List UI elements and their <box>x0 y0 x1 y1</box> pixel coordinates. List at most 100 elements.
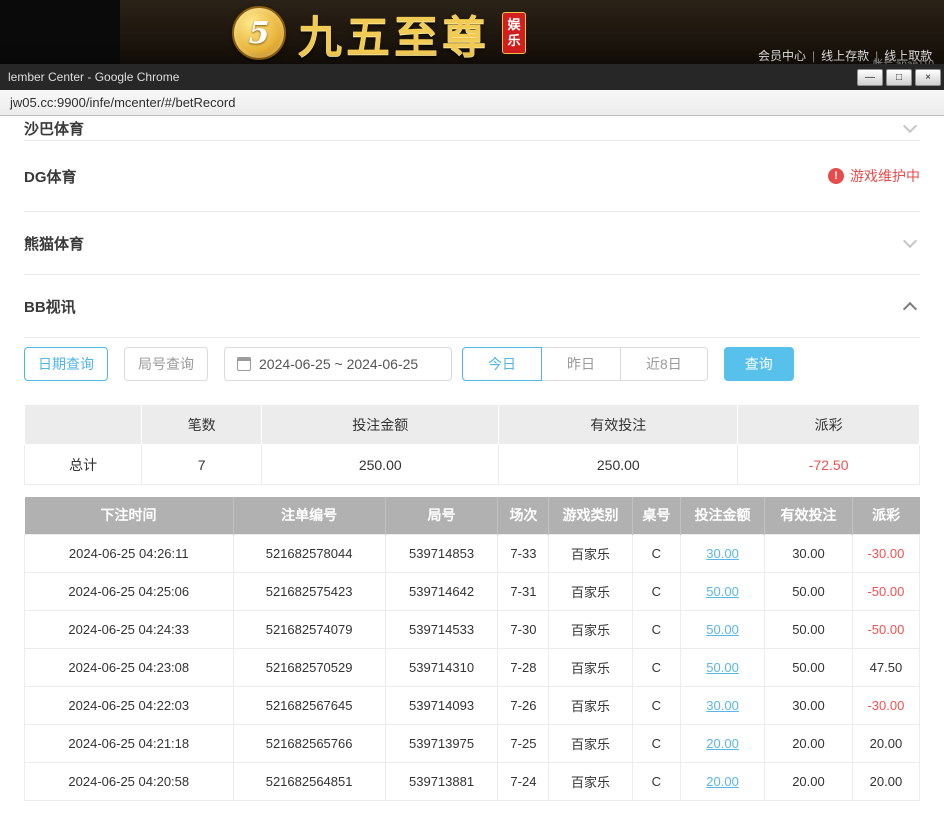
table-row: 2024-06-25 04:25:06521682575423539714642… <box>25 572 920 610</box>
bets-col-header: 局号 <box>385 497 498 534</box>
valid-bet: 50.00 <box>765 610 853 648</box>
search-button[interactable]: 查询 <box>724 347 794 381</box>
quick-8days-button[interactable]: 近8日 <box>620 347 708 381</box>
warning-icon: ! <box>828 168 844 184</box>
minimize-button[interactable]: — <box>857 69 883 86</box>
coin-logo-icon: 5 <box>232 6 286 60</box>
popup-window: lember Center - Google Chrome — □ × jw05… <box>0 64 944 822</box>
session: 7-30 <box>498 610 549 648</box>
table-row: 2024-06-25 04:20:58521682564851539713881… <box>25 762 920 800</box>
maintenance-text: 游戏维护中 <box>850 166 920 186</box>
valid-bet: 30.00 <box>765 686 853 724</box>
bet-order-id: 521682565766 <box>233 724 385 762</box>
window-controls: — □ × <box>857 69 944 86</box>
bet-order-id: 521682575423 <box>233 572 385 610</box>
summary-payout: -72.50 <box>738 445 920 485</box>
nav-separator: | <box>812 49 815 63</box>
summary-header-bet-amount: 投注金额 <box>262 405 499 445</box>
table-no: C <box>632 686 680 724</box>
brand-text: 九五至尊 <box>298 1 490 64</box>
summary-valid-bet: 250.00 <box>499 445 738 485</box>
section-label: 沙巴体育 <box>24 118 84 139</box>
quick-yesterday-button[interactable]: 昨日 <box>541 347 621 381</box>
brand-badge: 娱乐 <box>502 12 526 55</box>
bet-amount-link[interactable]: 30.00 <box>706 546 739 561</box>
summary-header-row: 笔数 投注金额 有效投注 派彩 <box>25 405 920 445</box>
game-type: 百家乐 <box>549 648 632 686</box>
round-id: 539714093 <box>385 686 498 724</box>
table-no: C <box>632 610 680 648</box>
valid-bet: 20.00 <box>765 724 853 762</box>
summary-bet-amount: 250.00 <box>262 445 499 485</box>
coin-number: 5 <box>249 16 270 51</box>
bet-time: 2024-06-25 04:26:11 <box>25 534 234 572</box>
session: 7-28 <box>498 648 549 686</box>
game-type: 百家乐 <box>549 762 632 800</box>
summary-header-payout: 派彩 <box>738 405 920 445</box>
payout: -30.00 <box>852 534 919 572</box>
valid-bet: 50.00 <box>765 648 853 686</box>
section-label: DG体育 <box>24 166 77 187</box>
table-no: C <box>632 762 680 800</box>
bet-amount: 20.00 <box>681 724 765 762</box>
nav-deposit[interactable]: 线上存款 <box>821 49 869 63</box>
chevron-down-icon <box>903 118 917 132</box>
bet-time: 2024-06-25 04:23:08 <box>25 648 234 686</box>
nav-member-center[interactable]: 会员中心 <box>758 49 806 63</box>
calendar-icon <box>237 357 251 371</box>
session: 7-26 <box>498 686 549 724</box>
bets-col-header: 桌号 <box>632 497 680 534</box>
close-button[interactable]: × <box>915 69 941 86</box>
bet-time: 2024-06-25 04:25:06 <box>25 572 234 610</box>
user-info-partial: 帐号 anae110 <box>873 55 934 64</box>
bet-amount-link[interactable]: 50.00 <box>706 660 739 675</box>
bet-amount-link[interactable]: 50.00 <box>706 622 739 637</box>
quick-today-button[interactable]: 今日 <box>462 347 542 381</box>
section-saba-sports[interactable]: 沙巴体育 <box>24 116 920 141</box>
bet-amount: 30.00 <box>681 534 765 572</box>
bet-amount-link[interactable]: 20.00 <box>706 774 739 789</box>
bet-order-id: 521682578044 <box>233 534 385 572</box>
bet-amount: 50.00 <box>681 648 765 686</box>
bet-order-id: 521682567645 <box>233 686 385 724</box>
maximize-button[interactable]: □ <box>886 69 912 86</box>
section-dg-sports[interactable]: DG体育 ! 游戏维护中 <box>24 141 920 212</box>
table-row: 2024-06-25 04:23:08521682570529539714310… <box>25 648 920 686</box>
window-titlebar[interactable]: lember Center - Google Chrome — □ × <box>0 64 944 90</box>
session: 7-25 <box>498 724 549 762</box>
game-type: 百家乐 <box>549 724 632 762</box>
bet-amount-link[interactable]: 50.00 <box>706 584 739 599</box>
bets-col-header: 有效投注 <box>765 497 853 534</box>
summary-header-blank <box>25 405 142 445</box>
game-type: 百家乐 <box>549 610 632 648</box>
chevron-up-icon <box>903 301 917 315</box>
payout: -50.00 <box>852 572 919 610</box>
bets-col-header: 注单编号 <box>233 497 385 534</box>
date-range-input[interactable]: 2024-06-25 ~ 2024-06-25 <box>224 347 452 381</box>
session: 7-31 <box>498 572 549 610</box>
session: 7-24 <box>498 762 549 800</box>
table-row: 2024-06-25 04:24:33521682574079539714533… <box>25 610 920 648</box>
bet-amount: 20.00 <box>681 762 765 800</box>
section-bb-live[interactable]: BB视讯 <box>24 275 920 338</box>
tab-date-query[interactable]: 日期查询 <box>24 347 108 381</box>
date-range-value: 2024-06-25 ~ 2024-06-25 <box>259 356 418 372</box>
bet-amount-link[interactable]: 30.00 <box>706 698 739 713</box>
payout: 47.50 <box>852 648 919 686</box>
valid-bet: 30.00 <box>765 534 853 572</box>
bet-time: 2024-06-25 04:24:33 <box>25 610 234 648</box>
summary-header-valid-bet: 有效投注 <box>499 405 738 445</box>
quick-range-group: 今日 昨日 近8日 <box>462 347 708 381</box>
bets-col-header: 游戏类别 <box>549 497 632 534</box>
round-id: 539713975 <box>385 724 498 762</box>
round-id: 539713881 <box>385 762 498 800</box>
bets-header-row: 下注时间注单编号局号场次游戏类别桌号投注金额有效投注派彩 <box>25 497 920 534</box>
section-panda-sports[interactable]: 熊猫体育 <box>24 212 920 275</box>
url-bar[interactable]: jw05.cc:9900/infe/mcenter/#/betRecord <box>0 90 944 116</box>
game-type: 百家乐 <box>549 572 632 610</box>
bet-amount-link[interactable]: 20.00 <box>706 736 739 751</box>
bet-amount: 50.00 <box>681 610 765 648</box>
section-label: BB视讯 <box>24 296 76 317</box>
payout: -30.00 <box>852 686 919 724</box>
tab-round-query[interactable]: 局号查询 <box>124 347 208 381</box>
